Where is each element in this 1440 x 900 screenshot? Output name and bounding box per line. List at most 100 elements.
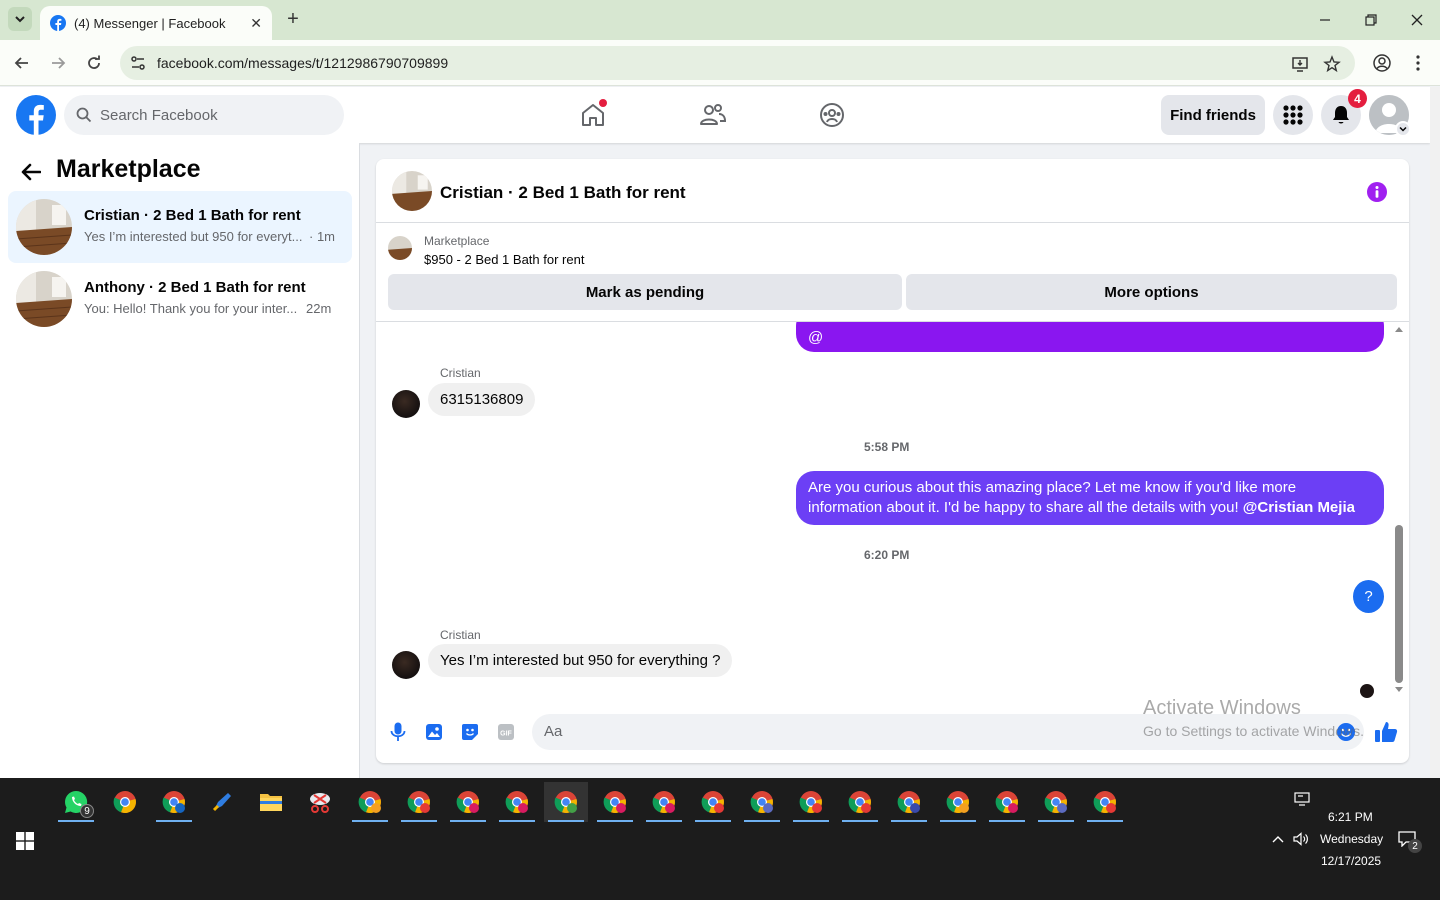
notifications-button[interactable]: 4 xyxy=(1321,89,1367,135)
taskbar-chrome-window[interactable] xyxy=(740,782,784,822)
mark-as-pending-button[interactable]: Mark as pending xyxy=(388,274,902,310)
taskbar-chrome-window[interactable] xyxy=(936,782,980,822)
nav-groups[interactable] xyxy=(816,99,848,131)
install-app-icon[interactable] xyxy=(1290,54,1310,74)
minimize-button[interactable] xyxy=(1310,6,1340,34)
taskbar-chrome-window[interactable] xyxy=(789,782,833,822)
tab-search-button[interactable] xyxy=(8,7,32,31)
site-info-icon[interactable] xyxy=(128,53,148,73)
clock-day[interactable]: Wednesday xyxy=(1320,832,1383,846)
chat-listing-thumbnail[interactable] xyxy=(392,171,432,211)
windows-start-icon[interactable] xyxy=(16,832,34,850)
taskbar-snipping-tool[interactable] xyxy=(298,782,342,822)
sender-name: Cristian xyxy=(440,628,481,642)
sidebar-title: Marketplace xyxy=(56,155,201,183)
taskbar-chrome-window[interactable] xyxy=(348,782,392,822)
profile-button[interactable] xyxy=(1370,51,1394,75)
rocket-app-icon xyxy=(212,793,231,812)
conversation-item-anthony[interactable]: Anthony · 2 Bed 1 Bath for rent You: Hel… xyxy=(8,263,352,335)
tab-close-icon[interactable]: ✕ xyxy=(250,15,262,32)
restore-button[interactable] xyxy=(1356,6,1386,34)
attach-photo-button[interactable] xyxy=(424,722,444,742)
taskbar-chrome-window[interactable] xyxy=(446,782,490,822)
taskbar-chrome-window[interactable] xyxy=(642,782,686,822)
search-placeholder: Search Facebook xyxy=(100,106,218,124)
browser-tab[interactable]: (4) Messenger | Facebook ✕ xyxy=(40,6,272,40)
scroll-up-icon[interactable] xyxy=(1395,326,1403,332)
conversation-item-cristian[interactable]: Cristian · 2 Bed 1 Bath for rent Yes I’m… xyxy=(8,191,352,263)
new-tab-button[interactable]: + xyxy=(282,8,304,30)
reload-button[interactable] xyxy=(82,51,106,75)
more-options-button[interactable]: More options xyxy=(906,274,1397,310)
gif-button[interactable]: GIF xyxy=(496,722,516,742)
taskbar-whatsapp[interactable]: 9 xyxy=(54,782,98,822)
taskbar-chrome-profile-h[interactable] xyxy=(152,782,196,822)
gif-icon: GIF xyxy=(498,724,514,740)
desktop-icon[interactable] xyxy=(1293,790,1311,808)
chrome-icon xyxy=(995,791,1018,814)
listing-thumbnail[interactable] xyxy=(388,236,412,260)
taskbar-chrome-window[interactable] xyxy=(495,782,539,822)
taskbar-chrome-window[interactable] xyxy=(544,782,588,822)
chrome-icon xyxy=(113,791,136,814)
chrome-icon xyxy=(799,791,822,814)
page-scrollbar[interactable] xyxy=(1430,87,1440,778)
find-friends-button[interactable]: Find friends xyxy=(1161,95,1265,135)
taskbar-chrome-window[interactable] xyxy=(593,782,637,822)
mention-link[interactable]: @Cristian Mejia xyxy=(1243,499,1355,516)
info-icon[interactable] xyxy=(1366,181,1388,203)
taskbar-chrome-window[interactable] xyxy=(887,782,931,822)
facebook-logo-icon[interactable] xyxy=(16,95,56,135)
action-center-icon[interactable]: 2 xyxy=(1398,830,1422,853)
sender-name: Cristian xyxy=(440,366,481,380)
menu-button[interactable] xyxy=(1273,95,1313,135)
taskbar-chrome-window[interactable] xyxy=(985,782,1029,822)
scroll-down-icon[interactable] xyxy=(1395,687,1403,693)
taskbar-app-rocket[interactable] xyxy=(200,782,244,822)
back-arrow-button[interactable] xyxy=(16,159,46,185)
taskbar-chrome-window[interactable] xyxy=(1083,782,1127,822)
show-hidden-icons-chevron[interactable] xyxy=(1269,830,1287,848)
chrome-icon xyxy=(603,791,626,814)
message-text: @ xyxy=(808,329,824,346)
voice-clip-button[interactable] xyxy=(388,722,408,742)
clock-date[interactable]: 12/17/2025 xyxy=(1321,854,1381,868)
chrome-icon xyxy=(162,791,185,814)
chrome-icon xyxy=(750,791,773,814)
message-list: @ Cristian 6315136809 5:58 PM Are you cu… xyxy=(376,322,1409,700)
running-indicator xyxy=(646,820,682,822)
chat-scrollbar[interactable] xyxy=(1392,322,1406,700)
back-button[interactable] xyxy=(10,51,34,75)
outgoing-message-question: ? xyxy=(1353,580,1384,613)
sticker-button[interactable] xyxy=(460,722,480,742)
home-notification-dot xyxy=(599,99,607,107)
listing-price-title[interactable]: $950 - 2 Bed 1 Bath for rent xyxy=(424,252,584,267)
thumbs-up-icon[interactable] xyxy=(1374,720,1398,744)
forward-button[interactable] xyxy=(46,51,70,75)
browser-toolbar: facebook.com/messages/t/1212986790709899 xyxy=(0,40,1440,86)
nav-friends[interactable] xyxy=(697,99,729,131)
account-menu-chevron[interactable] xyxy=(1395,121,1411,137)
chat-scrollbar-thumb[interactable] xyxy=(1395,525,1403,683)
volume-icon[interactable] xyxy=(1292,830,1310,848)
close-window-button[interactable] xyxy=(1402,6,1432,34)
chat-title[interactable]: Cristian · 2 Bed 1 Bath for rent xyxy=(440,183,686,203)
taskbar-chrome-window[interactable] xyxy=(838,782,882,822)
action-center-badge: 2 xyxy=(1408,839,1422,853)
close-icon xyxy=(1411,14,1423,26)
clock-time[interactable]: 6:21 PM xyxy=(1328,810,1373,824)
taskbar-chrome-window[interactable] xyxy=(691,782,735,822)
taskbar-chrome-window[interactable] xyxy=(1034,782,1078,822)
address-bar[interactable]: facebook.com/messages/t/1212986790709899 xyxy=(120,46,1355,80)
bell-icon xyxy=(1333,106,1349,124)
sender-avatar[interactable] xyxy=(392,390,420,418)
facebook-search-input[interactable]: Search Facebook xyxy=(64,95,344,135)
taskbar-chrome[interactable] xyxy=(103,782,147,822)
nav-home[interactable] xyxy=(577,99,609,131)
taskbar-chrome-window[interactable] xyxy=(397,782,441,822)
conversation-time: · 1m xyxy=(309,229,335,244)
bookmark-star-icon[interactable] xyxy=(1322,54,1342,74)
taskbar-file-explorer[interactable] xyxy=(249,782,293,822)
sender-avatar[interactable] xyxy=(392,651,420,679)
browser-menu-button[interactable] xyxy=(1406,51,1430,75)
